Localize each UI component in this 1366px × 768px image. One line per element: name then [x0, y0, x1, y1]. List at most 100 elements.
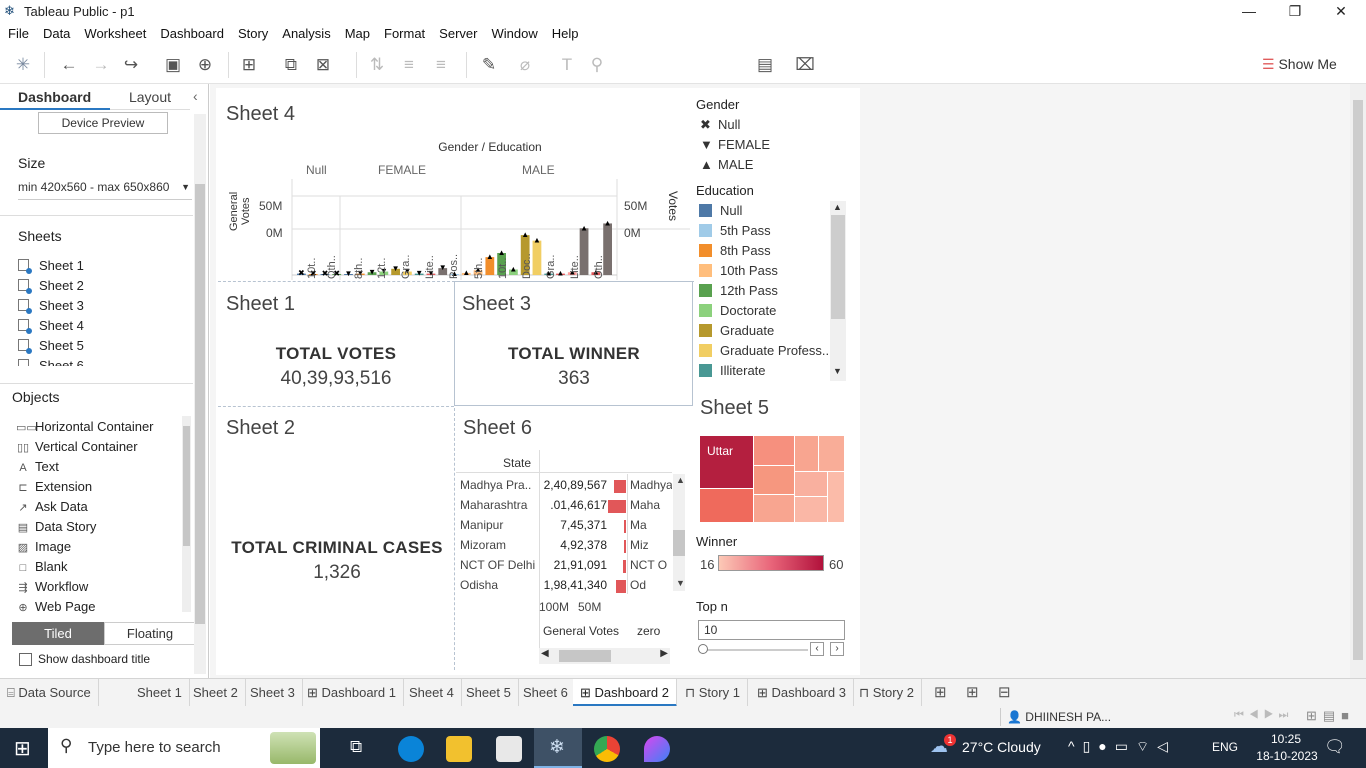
present-mode-icon[interactable]: ⌧ — [794, 54, 816, 76]
topn-slider-thumb[interactable] — [698, 644, 708, 654]
scrollbar-thumb[interactable] — [195, 184, 205, 624]
sheet-item[interactable]: Sheet 6 — [18, 358, 84, 366]
new-worksheet-tab-icon[interactable]: ⊞ — [934, 683, 947, 701]
tab-item[interactable]: Sheet 1 — [130, 679, 190, 707]
scrollbar-thumb[interactable] — [1353, 100, 1363, 660]
weather-text[interactable]: 27°C Cloudy — [962, 739, 1041, 755]
slider-right-icon[interactable]: › — [830, 642, 844, 656]
menu-file[interactable]: File — [0, 24, 35, 41]
chrome-icon[interactable] — [594, 736, 620, 762]
restore-button[interactable]: ❐ — [1272, 0, 1318, 24]
clear-sheet-icon[interactable]: ⊠ — [312, 54, 334, 76]
votes-bar[interactable] — [623, 560, 626, 573]
device-preview-button[interactable]: Device Preview — [38, 112, 168, 134]
topn-slider-track[interactable] — [702, 649, 808, 651]
state-cell[interactable]: Odisha — [460, 578, 538, 592]
scroll-up-icon[interactable]: ▲ — [833, 202, 842, 212]
legend-scrollbar[interactable] — [830, 201, 846, 381]
tab-item[interactable]: ⊞ Dashboard 3 — [750, 679, 854, 707]
treemap-cell[interactable] — [795, 436, 818, 471]
minimize-button[interactable]: — — [1226, 0, 1272, 24]
object-workflow[interactable]: ⇶ Workflow — [16, 579, 88, 594]
menu-analysis[interactable]: Analysis — [274, 24, 336, 41]
clock-time[interactable]: 10:25 — [1258, 732, 1314, 746]
new-story-tab-icon[interactable]: ⊟ — [998, 683, 1011, 701]
floating-button[interactable]: Floating — [104, 622, 196, 645]
legend-item[interactable]: Graduate Profess.. — [699, 343, 829, 358]
tab-item[interactable]: ⊓ Story 1 — [678, 679, 748, 707]
presentation-icon[interactable]: ▤ — [754, 54, 776, 76]
tab-item[interactable]: Sheet 2 — [186, 679, 246, 707]
show-me-button[interactable]: ☰ Show Me — [1262, 56, 1337, 73]
replace-data-icon[interactable]: ↪ — [120, 54, 142, 76]
close-button[interactable]: ✕ — [1318, 0, 1364, 24]
mail-icon[interactable] — [496, 736, 522, 762]
scroll-up-icon[interactable]: ▲ — [676, 475, 685, 485]
object-data-story[interactable]: ▤ Data Story — [16, 519, 97, 534]
treemap-cell[interactable] — [754, 466, 794, 494]
tableau-taskbar-button[interactable]: ❄ — [534, 728, 582, 768]
legend-item[interactable]: Graduate — [699, 323, 774, 338]
sort-desc-icon[interactable]: ≡ — [430, 54, 452, 76]
language-indicator[interactable]: ENG — [1212, 740, 1238, 754]
legend-item[interactable]: Null — [699, 203, 742, 218]
scrollbar-thumb[interactable] — [183, 426, 190, 546]
file-explorer-icon[interactable] — [446, 736, 472, 762]
treemap-cell[interactable] — [700, 489, 753, 522]
new-worksheet-icon[interactable]: ⊞ — [238, 54, 260, 76]
menu-dashboard[interactable]: Dashboard — [152, 24, 230, 41]
object-vertical-container[interactable]: ▯▯ Vertical Container — [16, 439, 138, 454]
object-ask-data[interactable]: ↗ Ask Data — [16, 499, 87, 514]
menu-data[interactable]: Data — [35, 24, 76, 41]
clock-date[interactable]: 18-10-2023 — [1254, 749, 1320, 763]
scrollbar-thumb[interactable] — [559, 650, 611, 662]
legend-item[interactable]: 10th Pass — [699, 263, 778, 278]
tab-layout[interactable]: Layout — [110, 84, 190, 110]
sheet6-scrollbar-h[interactable]: ◀ ▶ — [539, 648, 670, 664]
treemap-cell[interactable] — [819, 436, 844, 471]
tab-item[interactable]: ⊞ Dashboard 1 — [300, 679, 404, 707]
tab-item[interactable]: Sheet 3 — [243, 679, 303, 707]
scroll-down-icon[interactable]: ▼ — [676, 578, 685, 588]
tiled-button[interactable]: Tiled — [12, 622, 104, 645]
highlight-icon[interactable]: ✎ — [478, 54, 500, 76]
object-blank[interactable]: □ Blank — [16, 559, 68, 574]
object-text[interactable]: A Text — [16, 459, 59, 474]
votes-bar[interactable] — [614, 480, 626, 493]
notification-center-icon[interactable]: 🗨 — [1324, 737, 1346, 757]
sheet5-treemap[interactable]: Uttar — [700, 436, 844, 522]
scroll-left-icon[interactable]: ◀ — [541, 648, 549, 659]
maps-app-icon[interactable] — [644, 736, 670, 762]
sheet6-scrollbar-v[interactable] — [673, 474, 685, 591]
menu-map[interactable]: Map — [337, 24, 376, 41]
edge-icon[interactable] — [398, 736, 424, 762]
windows-start-icon[interactable]: ⊞ — [14, 736, 31, 761]
collapse-pane-icon[interactable]: ‹ — [193, 88, 198, 104]
tab-item[interactable]: Sheet 4 — [402, 679, 462, 707]
swap-icon[interactable]: ⇅ — [366, 54, 388, 76]
redo-icon[interactable]: → — [90, 54, 112, 76]
view-mode-icon[interactable]: ⊞▤■ — [1306, 708, 1355, 724]
sheet-item[interactable]: Sheet 3 — [18, 298, 84, 314]
legend-item[interactable]: ▲ MALE — [700, 157, 753, 172]
user-menu[interactable]: 👤 DHIINESH PA... ▼ — [1000, 708, 1126, 737]
slider-left-icon[interactable]: ‹ — [810, 642, 824, 656]
legend-item[interactable]: 8th Pass — [699, 243, 771, 258]
votes-bar[interactable] — [624, 520, 626, 533]
legend-item[interactable]: Doctorate — [699, 303, 776, 318]
sheet-item[interactable]: Sheet 1 — [18, 258, 84, 274]
tab-item[interactable]: Sheet 5 — [459, 679, 519, 707]
labels-icon[interactable]: T — [556, 54, 578, 76]
tableau-home-icon[interactable]: ✳ — [12, 54, 34, 76]
group-icon[interactable]: ⌀ — [514, 54, 536, 76]
pin-icon[interactable]: ⚲ — [586, 54, 608, 76]
duplicate-icon[interactable]: ⧉ — [280, 54, 302, 76]
scroll-down-icon[interactable]: ▼ — [833, 366, 842, 376]
sheet-item[interactable]: Sheet 2 — [18, 278, 84, 294]
new-datasource-icon[interactable]: ⊕ — [194, 54, 216, 76]
treemap-cell[interactable] — [754, 495, 794, 522]
legend-item[interactable]: ▼ FEMALE — [700, 137, 770, 152]
treemap-cell[interactable] — [795, 497, 827, 522]
votes-bar[interactable] — [608, 500, 626, 513]
legend-item[interactable]: 12th Pass — [699, 283, 778, 298]
